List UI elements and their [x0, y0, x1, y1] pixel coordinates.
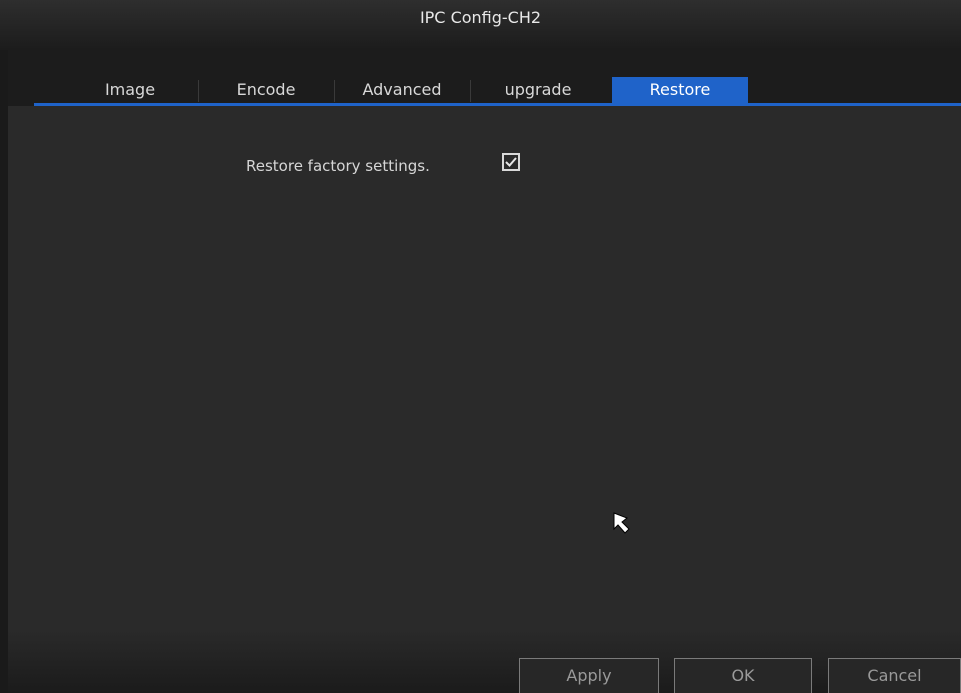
title-bar: IPC Config-CH2 — [0, 0, 961, 50]
tab-advanced[interactable]: Advanced — [334, 77, 470, 103]
tab-upgrade[interactable]: upgrade — [470, 77, 606, 103]
cancel-button[interactable]: Cancel — [828, 658, 961, 693]
tab-encode[interactable]: Encode — [198, 77, 334, 103]
mouse-cursor-icon — [612, 511, 640, 543]
tab-image[interactable]: Image — [62, 77, 198, 103]
apply-button[interactable]: Apply — [519, 658, 659, 693]
restore-panel — [8, 106, 961, 630]
checkmark-icon — [505, 157, 517, 167]
tab-restore[interactable]: Restore — [612, 77, 748, 103]
footer-bar — [8, 630, 961, 693]
left-edge — [0, 50, 8, 693]
restore-factory-checkbox[interactable] — [502, 153, 520, 171]
ipc-config-window: IPC Config-CH2 Image Encode Advanced upg… — [0, 0, 961, 693]
window-title: IPC Config-CH2 — [419, 8, 542, 27]
restore-factory-label: Restore factory settings. — [246, 157, 430, 175]
ok-button[interactable]: OK — [674, 658, 812, 693]
